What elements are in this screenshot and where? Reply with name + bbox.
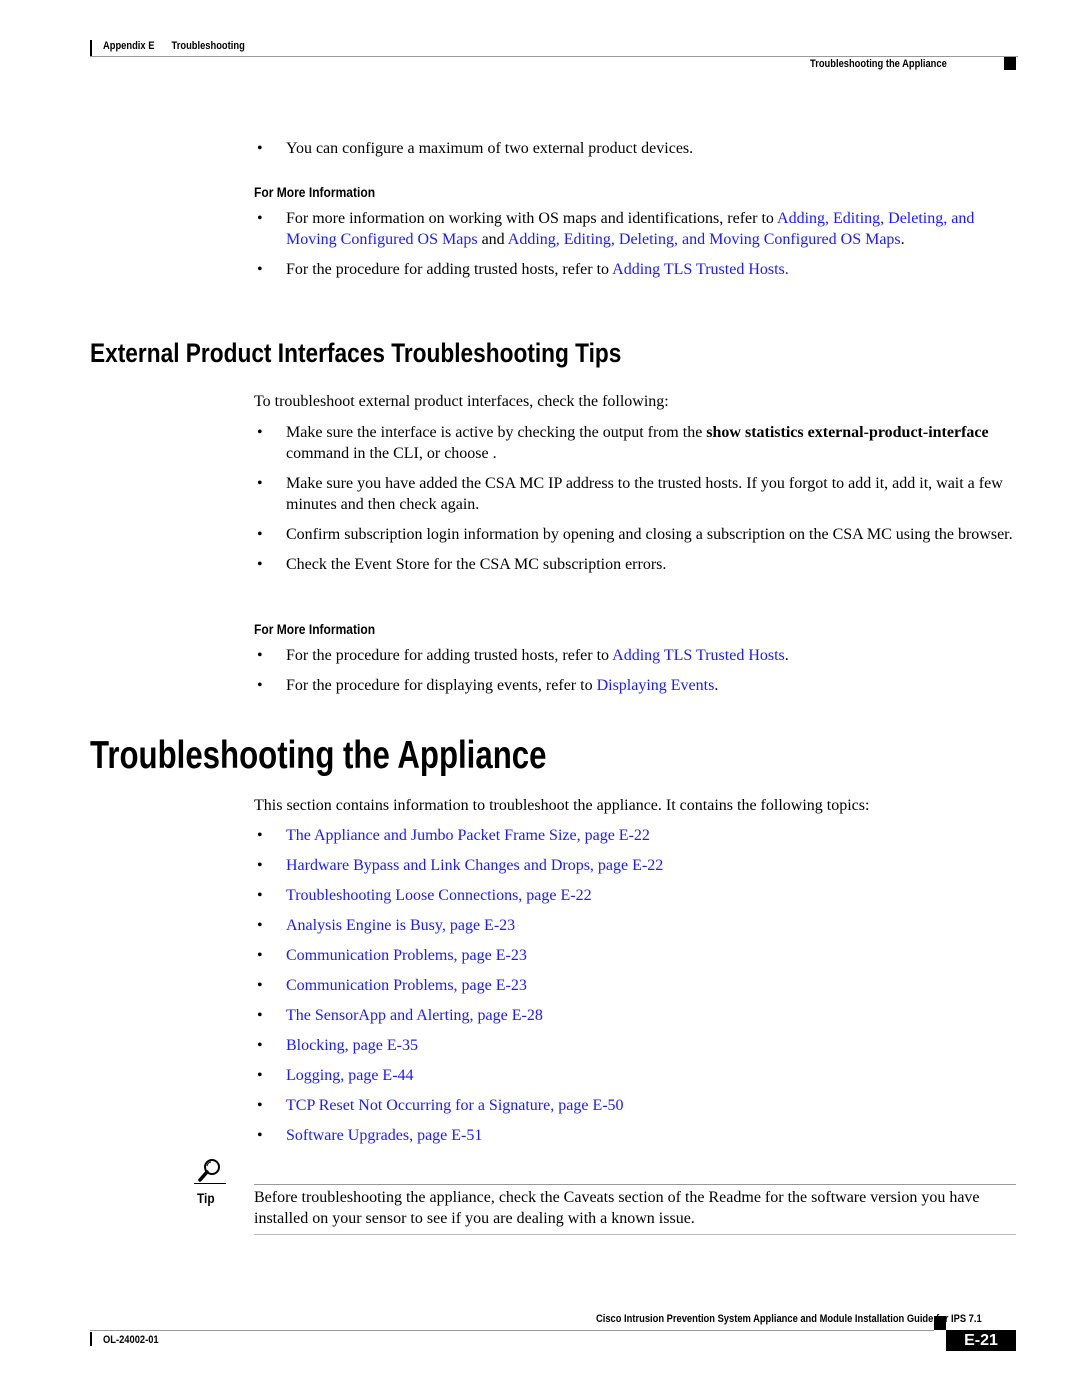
- text: .: [784, 647, 789, 664]
- intro-list: You can configure a maximum of two exter…: [254, 138, 1024, 168]
- list-item: Blocking, page E-35: [254, 1035, 1024, 1056]
- page-number: E-21: [946, 1330, 1016, 1351]
- list-item: For more information on working with OS …: [254, 208, 1024, 250]
- list-item: Confirm subscription login information b…: [254, 524, 1024, 545]
- section-heading-appliance: Troubleshooting the Appliance: [90, 734, 547, 777]
- topic-link[interactable]: Analysis Engine is Busy, page E-23: [286, 917, 515, 934]
- text: .: [714, 677, 719, 694]
- topic-link[interactable]: Communication Problems, page E-23: [286, 977, 527, 994]
- topic-link[interactable]: Hardware Bypass and Link Changes and Dro…: [286, 857, 663, 874]
- list-item: The SensorApp and Alerting, page E-28: [254, 1005, 1024, 1026]
- list-item: Make sure the interface is active by che…: [254, 422, 1024, 464]
- text: For the procedure for displaying events,…: [286, 677, 597, 694]
- list-item: The Appliance and Jumbo Packet Frame Siz…: [254, 825, 1024, 846]
- topic-link[interactable]: Troubleshooting Loose Connections, page …: [286, 887, 592, 904]
- tip-top-rule: [254, 1184, 1016, 1185]
- list-item: TCP Reset Not Occurring for a Signature,…: [254, 1095, 1024, 1116]
- list-item: Troubleshooting Loose Connections, page …: [254, 885, 1024, 906]
- list-item: For the procedure for displaying events,…: [254, 675, 1024, 696]
- text: and: [477, 231, 508, 248]
- section-intro: To troubleshoot external product interfa…: [254, 393, 669, 410]
- link-displaying-events[interactable]: Displaying Events: [597, 677, 715, 694]
- text: For more information on working with OS …: [286, 210, 778, 227]
- footer-doc-number: OL-24002-01: [103, 1334, 159, 1346]
- text: For the procedure for adding trusted hos…: [286, 647, 613, 664]
- more-info-heading: For More Information: [254, 184, 376, 200]
- topic-link[interactable]: Logging, page E-44: [286, 1067, 414, 1084]
- more-info-list: For more information on working with OS …: [254, 208, 1024, 289]
- list-item: Logging, page E-44: [254, 1065, 1024, 1086]
- section-heading-external-product: External Product Interfaces Troubleshoot…: [90, 338, 622, 368]
- tips-list: Make sure the interface is active by che…: [254, 422, 1024, 584]
- topic-link[interactable]: Blocking, page E-35: [286, 1037, 418, 1054]
- footer-rule: [90, 1330, 934, 1331]
- link-tls-trusted-hosts[interactable]: Adding TLS Trusted Hosts.: [612, 261, 789, 278]
- footer-marker: [934, 1316, 946, 1330]
- text: For the procedure for adding trusted hos…: [286, 261, 613, 278]
- tip-text: Before troubleshooting the appliance, ch…: [254, 1189, 980, 1227]
- tip-bottom-rule: [254, 1234, 1016, 1235]
- footer-left-bar: [90, 1332, 92, 1346]
- topic-link[interactable]: Communication Problems, page E-23: [286, 947, 527, 964]
- list-item: Make sure you have added the CSA MC IP a…: [254, 473, 1024, 515]
- link-os-maps-2[interactable]: Adding, Editing, Deleting, and Moving Co…: [508, 231, 901, 248]
- more-info-heading: For More Information: [254, 621, 376, 637]
- cli-command: show statistics external-product-interfa…: [706, 424, 989, 441]
- topic-link[interactable]: The SensorApp and Alerting, page E-28: [286, 1007, 543, 1024]
- list-item: For the procedure for adding trusted hos…: [254, 645, 1024, 666]
- topic-link[interactable]: TCP Reset Not Occurring for a Signature,…: [286, 1097, 624, 1114]
- header-rule: [90, 56, 1018, 57]
- link-tls-trusted-hosts[interactable]: Adding TLS Trusted Hosts: [612, 647, 785, 664]
- tip-label: Tip: [197, 1190, 215, 1206]
- text: .: [900, 231, 905, 248]
- header-chapter: Appendix E Troubleshooting: [103, 40, 245, 52]
- list-item: Communication Problems, page E-23: [254, 975, 1024, 996]
- more-info-list: For the procedure for adding trusted hos…: [254, 645, 1024, 705]
- topics-list: The Appliance and Jumbo Packet Frame Siz…: [254, 825, 1024, 1155]
- topic-link[interactable]: The Appliance and Jumbo Packet Frame Siz…: [286, 827, 650, 844]
- magnifier-icon: [195, 1156, 225, 1186]
- header-left-bar: [90, 40, 92, 57]
- list-item: You can configure a maximum of two exter…: [254, 138, 1024, 159]
- list-item: Check the Event Store for the CSA MC sub…: [254, 554, 1024, 575]
- header-section-title: Troubleshooting the Appliance: [810, 58, 947, 70]
- list-item: Hardware Bypass and Link Changes and Dro…: [254, 855, 1024, 876]
- text: Make sure the interface is active by che…: [286, 424, 707, 441]
- list-item: Communication Problems, page E-23: [254, 945, 1024, 966]
- text: command in the CLI, or choose .: [286, 445, 497, 462]
- header-chapter-title: Troubleshooting: [171, 40, 245, 52]
- list-item: For the procedure for adding trusted hos…: [254, 259, 1024, 280]
- footer-guide-title: Cisco Intrusion Prevention System Applia…: [596, 1313, 982, 1325]
- tip-icon-rule: [194, 1183, 226, 1184]
- header-chapter-label: Appendix E: [103, 40, 155, 52]
- section-intro: This section contains information to tro…: [254, 797, 870, 814]
- topic-link[interactable]: Software Upgrades, page E-51: [286, 1127, 482, 1144]
- list-item: Software Upgrades, page E-51: [254, 1125, 1024, 1146]
- list-item: Analysis Engine is Busy, page E-23: [254, 915, 1024, 936]
- header-marker: [1004, 57, 1016, 70]
